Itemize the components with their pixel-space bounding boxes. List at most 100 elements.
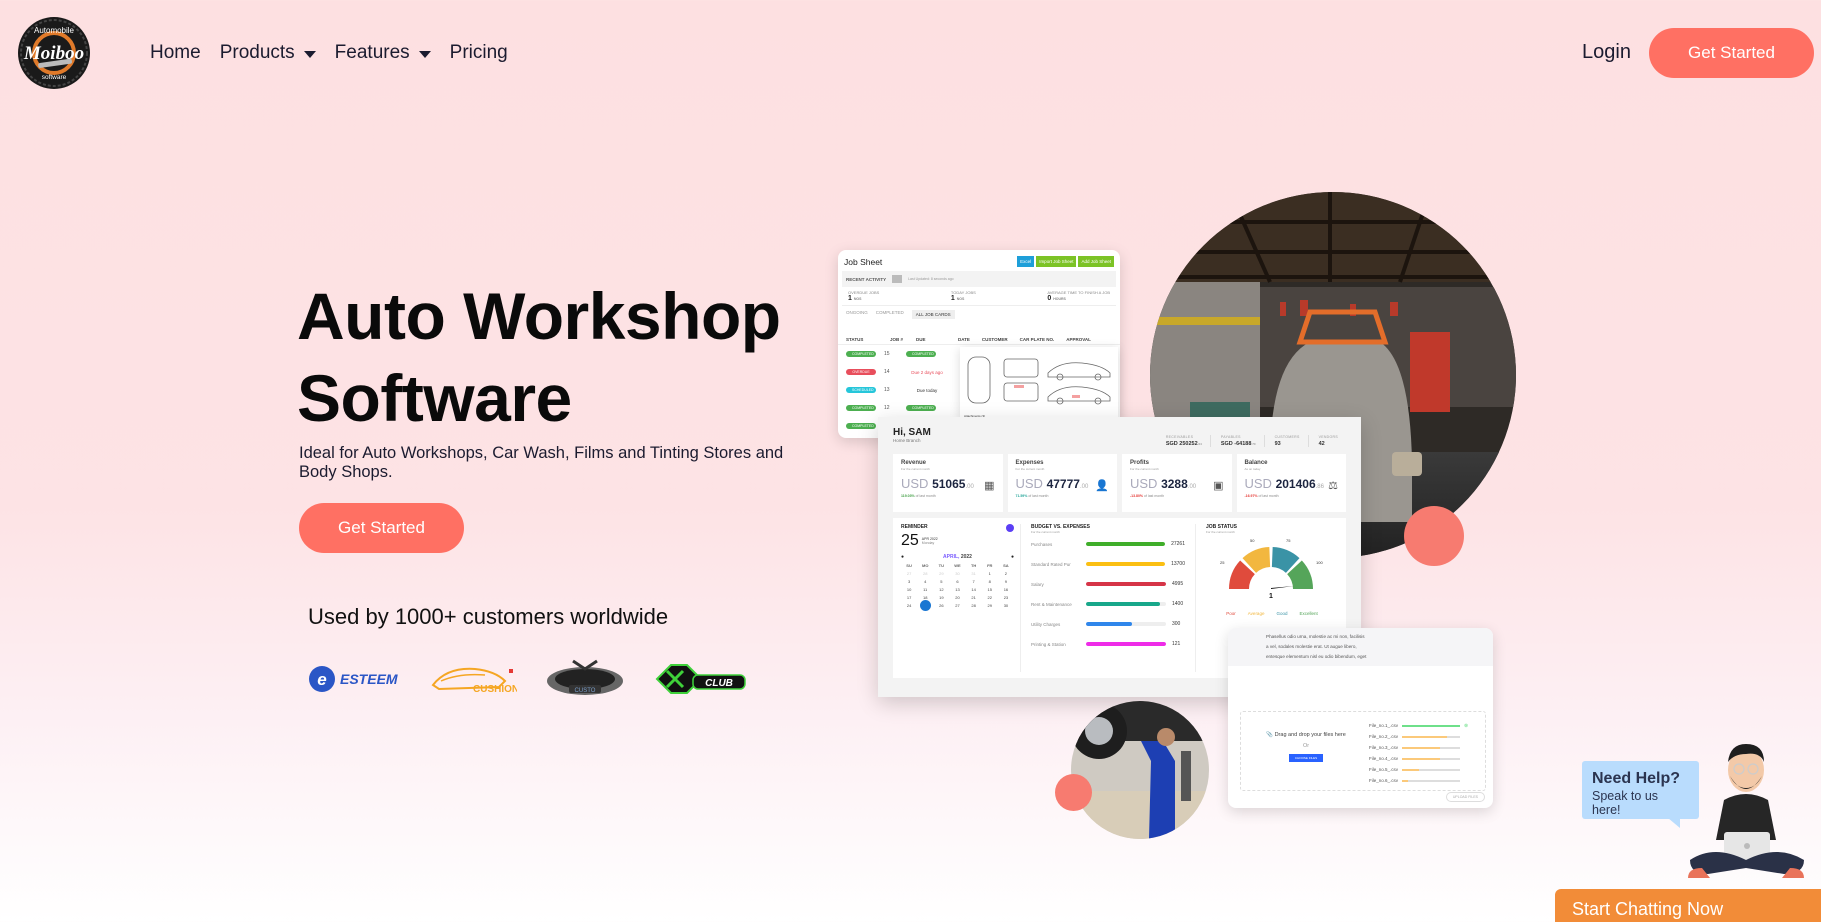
status-badge: OVERDUE: [846, 369, 876, 375]
job-number: 13: [884, 387, 890, 393]
user-icon: 👤: [1095, 480, 1109, 492]
budget-label: Printing & Station: [1031, 641, 1066, 647]
drop-label: Drag and drop your files here: [1274, 732, 1346, 738]
mechanic-photo: [1071, 701, 1209, 839]
support-agent-illustration[interactable]: [1684, 740, 1809, 888]
recent-activity-label: RECENT ACTIVITY: [846, 276, 887, 282]
calendar-weekday: TH: [970, 563, 977, 568]
gauge-legend: Poor Average Good Excellent: [1206, 611, 1338, 616]
file-name: File_no.2_.csv: [1369, 734, 1399, 739]
budget-value: 1400: [1172, 601, 1184, 607]
budget-rows: Purchases 27261 Standard Rated Pur 13700 S…: [1031, 534, 1185, 654]
file-row: File_no.6_.csv: [1369, 775, 1468, 786]
nav-products-label: Products: [219, 42, 295, 63]
budget-row: Rent & Maintenance 1400: [1031, 594, 1185, 614]
budget-value: 27261: [1171, 541, 1185, 547]
calendar-day: 22: [987, 595, 992, 600]
file-progress-fill: [1402, 724, 1461, 727]
budget-label: Rent & Maintenance: [1031, 601, 1072, 607]
reminder-panel: REMINDER 25 APR 2022 Monday ● APRIL, 2022…: [901, 524, 1021, 672]
calendar-day: 27: [906, 571, 912, 576]
calendar-weekday: FR: [987, 563, 993, 568]
nav-home[interactable]: Home: [150, 42, 201, 64]
due-cell: Due today: [916, 387, 938, 393]
file-progress-fill: [1402, 746, 1440, 749]
car-diagram-card: Attachments (3): [960, 347, 1118, 419]
file-list: File_no.1_.csv ⊗ File_no.2_.csv File_no.3…: [1369, 720, 1468, 786]
logo-bottom-text: software: [42, 74, 67, 81]
file-name: File_no.4_.csv: [1369, 756, 1399, 761]
upload-description: Phasellus odio urna, molestie ac mi non,…: [1228, 628, 1493, 666]
job-sheet-title: Job Sheet: [844, 256, 883, 267]
svg-text:CUSTO: CUSTO: [575, 688, 596, 694]
calendar-day: 8: [988, 579, 991, 584]
card-amount: USD 3288.00: [1130, 476, 1197, 491]
card-change: -16.97% of last month: [1244, 494, 1279, 498]
file-upload-mockup: Phasellus odio urna, molestie ac mi non,…: [1228, 628, 1493, 808]
budget-value: 121: [1172, 641, 1181, 647]
client-logo-kc-club: CLUB: [653, 655, 749, 703]
budget-bar: [1086, 582, 1166, 586]
calendar-day: 30: [955, 571, 960, 576]
nav-products[interactable]: Products: [220, 42, 316, 64]
nav-home-label: Home: [150, 42, 201, 63]
decorative-dot: [1404, 506, 1464, 566]
tab-ongoing: ONGOING: [846, 310, 868, 315]
calendar-day: 30: [1003, 603, 1009, 608]
paperclip-icon: 📎: [1266, 732, 1274, 738]
stat-overdue: OVERDUE JOBS 1 NOS: [848, 290, 880, 302]
file-name: File_no.5_.csv: [1369, 767, 1399, 772]
logo-name: Moiboo: [23, 43, 84, 64]
bubble-tail: [1668, 818, 1680, 828]
check-circle-icon: ⊗: [1464, 722, 1469, 729]
nav-pricing[interactable]: Pricing: [450, 42, 508, 64]
nav-get-started-button[interactable]: Get Started: [1649, 28, 1814, 78]
calendar-day: 4: [924, 579, 927, 584]
due-cell: COMPLETED: [906, 351, 936, 357]
file-progress-fill: [1402, 735, 1448, 738]
calendar-day: 29: [939, 571, 944, 576]
calendar-day: 13: [955, 587, 960, 592]
calendar-day: 29: [987, 603, 992, 608]
gauge-legend-item: Excellent: [1299, 611, 1318, 616]
file-progress-bar: [1402, 757, 1461, 760]
calendar-day: 1: [988, 571, 991, 576]
hero-get-started-button[interactable]: Get Started: [299, 503, 464, 553]
calendar-day-selected: 25: [919, 600, 931, 611]
add-job-sheet-button: Add Job Sheet: [1078, 256, 1114, 267]
calendar-icon: ▦: [984, 480, 995, 492]
calendar-day: 9: [1004, 579, 1008, 584]
due-cell: Due 2 days ago: [911, 369, 943, 375]
calendar-day: 10: [906, 587, 912, 592]
login-link[interactable]: Login: [1582, 41, 1631, 64]
gauge-tick-50: 50: [1250, 538, 1255, 543]
gauge-legend-item: Good: [1276, 611, 1288, 616]
card-change: 119.03% of last month: [901, 494, 936, 498]
client-logo-custo: CUSTO: [543, 655, 627, 703]
budget-bar: [1085, 562, 1166, 566]
calendar-day: 16: [1003, 587, 1009, 592]
svg-text:CLUB: CLUB: [705, 678, 733, 689]
calendar-day: 27: [955, 603, 960, 608]
budget-value: 4995: [1172, 581, 1184, 587]
calendar-weekday: WE: [954, 563, 961, 568]
help-bubble[interactable]: Need Help? Speak to us here!: [1582, 761, 1699, 819]
file-name: File_no.3_.csv: [1369, 745, 1399, 750]
file-row: File_no.2_.csv: [1369, 731, 1468, 742]
calendar-day: 2: [1004, 571, 1008, 576]
summary-card-expenses: Expenses For the current month USD 47777…: [1007, 454, 1117, 512]
gauge-value: 1: [1269, 593, 1273, 600]
card-title: Revenue: [901, 460, 927, 466]
import-job-sheet-button: Import Job Sheet: [1036, 256, 1077, 267]
file-progress-bar: [1402, 779, 1461, 782]
job-stats: OVERDUE JOBS 1 NOS TODAY JOBS 1 NOS AVERAG…: [842, 287, 1116, 306]
start-chatting-button[interactable]: Start Chatting Now: [1555, 889, 1821, 922]
reminder-day: 25: [901, 532, 919, 549]
card-subtitle: For the current month: [901, 467, 930, 471]
calendar-grid: SU MO TU WE TH FR SA 27 28 29 30 31 1 2 3 4 5 6 7 8 9 10 11 12 1…: [901, 563, 1014, 611]
brand-logo[interactable]: Automobile Moiboo software: [8, 15, 100, 91]
budget-label: Salary: [1031, 581, 1044, 587]
budget-row: Standard Rated Pur 13700: [1031, 554, 1185, 574]
nav-features[interactable]: Features: [335, 42, 431, 64]
gauge-tick-100: 100: [1316, 560, 1323, 565]
